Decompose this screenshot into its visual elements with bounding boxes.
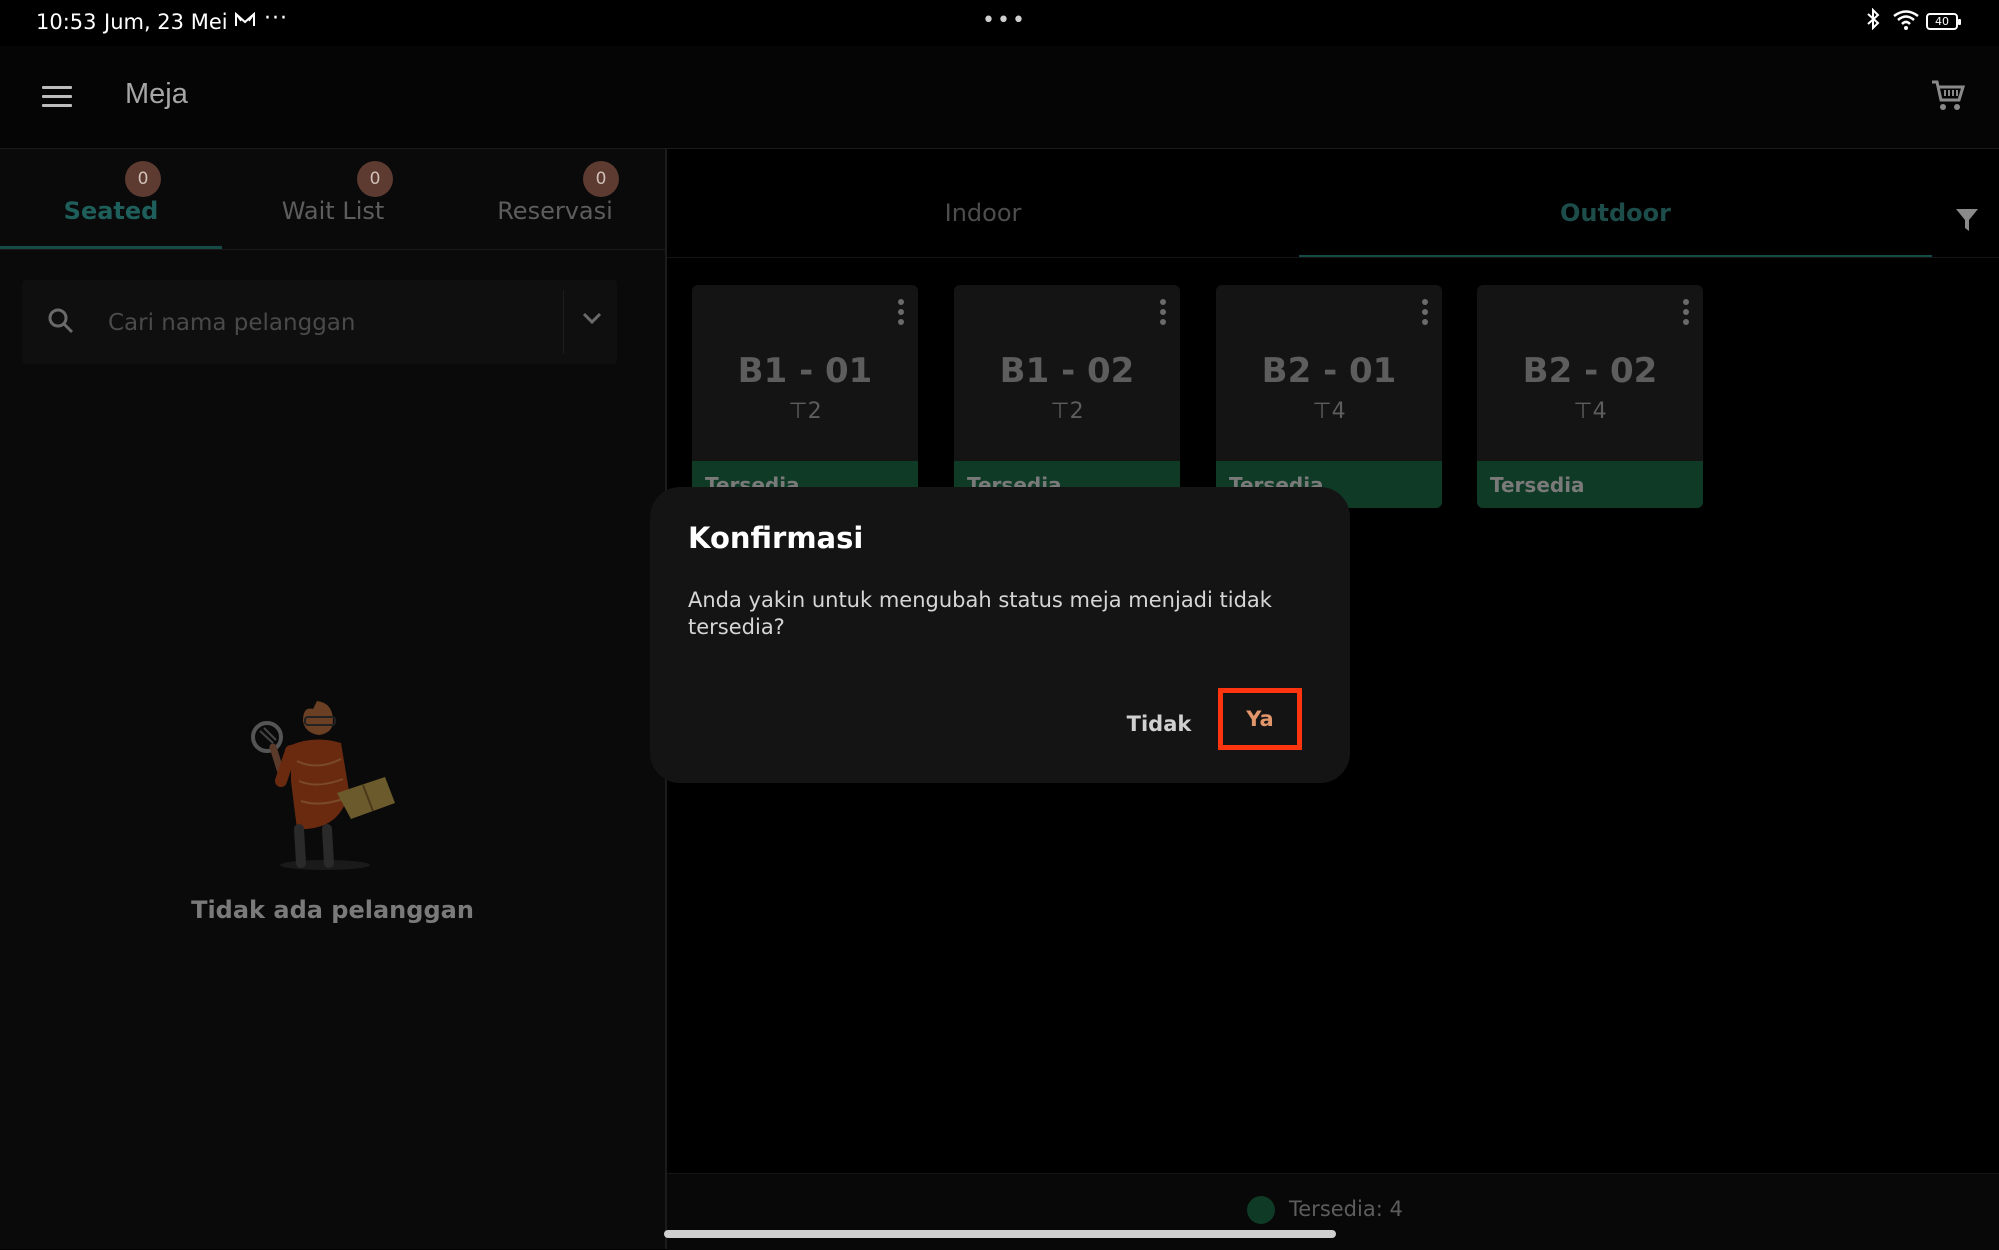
bluetooth-icon [1866, 7, 1880, 36]
status-date: Jum, 23 Mei [104, 10, 228, 34]
table-seats: ⊤2 [692, 399, 918, 424]
tab-seated-badge: 0 [125, 161, 161, 197]
table-seat-count: 4 [1331, 399, 1346, 424]
table-name: B1 - 01 [737, 351, 873, 391]
tab-outdoor-label: Outdoor [1560, 199, 1671, 227]
table-seat-icon: ⊤ [788, 399, 808, 424]
status-bar: 10:53 Jum, 23 Mei ··· ••• 40 [0, 0, 1999, 46]
table-seat-count: 4 [1592, 399, 1607, 424]
tab-seated-label: Seated [63, 197, 159, 225]
kebab-menu-icon[interactable] [1422, 299, 1430, 329]
table-seat-icon: ⊤ [1573, 399, 1593, 424]
table-name: B2 - 02 [1522, 351, 1658, 391]
legend-available-dot [1247, 1196, 1275, 1224]
status-legend-bar: Tersedia: 4 [667, 1173, 1999, 1250]
table-seats: ⊤4 [1216, 399, 1442, 424]
tab-wait-list[interactable]: Wait List 0 [222, 149, 444, 249]
table-card-b2-02[interactable]: B2 - 02 ⊤4 Tersedia [1477, 285, 1703, 508]
table-status: Tersedia [1477, 461, 1703, 508]
filter-icon[interactable] [1955, 207, 1979, 237]
cart-icon[interactable] [1930, 78, 1966, 116]
tab-wait-list-label: Wait List [281, 197, 385, 225]
tab-reservasi[interactable]: Reservasi 0 [444, 149, 666, 249]
tab-reservasi-label: Reservasi [497, 197, 613, 225]
mail-icon [235, 9, 255, 33]
table-status-label: Tersedia [1490, 473, 1585, 497]
dialog-title: Konfirmasi [688, 521, 864, 555]
confirm-button[interactable]: Ya [1218, 688, 1302, 750]
tab-indoor[interactable]: Indoor [667, 149, 1299, 253]
menu-icon[interactable] [42, 86, 72, 108]
table-name: B2 - 01 [1261, 351, 1397, 391]
empty-state-text: Tidak ada pelanggan [191, 896, 474, 924]
kebab-menu-icon[interactable] [1160, 299, 1168, 329]
kebab-menu-icon[interactable] [898, 299, 906, 329]
tab-seated[interactable]: Seated 0 [0, 149, 222, 249]
table-card-b2-01[interactable]: B2 - 01 ⊤4 Tersedia [1216, 285, 1442, 508]
table-seats: ⊤2 [954, 399, 1180, 424]
table-name: B1 - 02 [999, 351, 1135, 391]
page-title: Meja [125, 78, 188, 110]
tab-wait-list-badge: 0 [357, 161, 393, 197]
table-seat-count: 2 [1069, 399, 1084, 424]
tab-indoor-label: Indoor [944, 199, 1022, 227]
search-icon [47, 307, 75, 339]
home-indicator[interactable] [664, 1230, 1336, 1238]
table-seat-count: 2 [807, 399, 822, 424]
status-more-icon: ··· [264, 6, 288, 31]
status-time: 10:53 [36, 10, 97, 34]
kebab-menu-icon[interactable] [1683, 299, 1691, 329]
table-card-b1-02[interactable]: B1 - 02 ⊤2 Tersedia [954, 285, 1180, 508]
search-input[interactable] [106, 304, 570, 342]
battery-icon: 40 [1926, 13, 1961, 30]
table-seat-icon: ⊤ [1312, 399, 1332, 424]
chevron-down-icon[interactable] [581, 310, 603, 329]
cancel-button[interactable]: Tidak [1124, 704, 1194, 744]
empty-state-illustration [245, 681, 430, 875]
dialog-message: Anda yakin untuk mengubah status meja me… [688, 588, 1272, 639]
table-card-b1-01[interactable]: B1 - 01 ⊤2 Tersedia [692, 285, 918, 508]
tab-outdoor[interactable]: Outdoor [1299, 149, 1932, 253]
customer-panel: Seated 0 Wait List 0 Reservasi 0 Cari na… [0, 149, 667, 1249]
confirmation-dialog: Konfirmasi Anda yakin untuk mengubah sta… [650, 487, 1350, 783]
legend-available-text: Tersedia: 4 [1289, 1197, 1403, 1221]
table-seat-icon: ⊤ [1050, 399, 1070, 424]
tab-reservasi-badge: 0 [583, 161, 619, 197]
app-bar: Meja [0, 46, 1999, 149]
table-seats: ⊤4 [1477, 399, 1703, 424]
search-box [22, 280, 617, 364]
multitask-dots-icon[interactable]: ••• [982, 8, 1027, 33]
wifi-icon [1893, 10, 1919, 34]
